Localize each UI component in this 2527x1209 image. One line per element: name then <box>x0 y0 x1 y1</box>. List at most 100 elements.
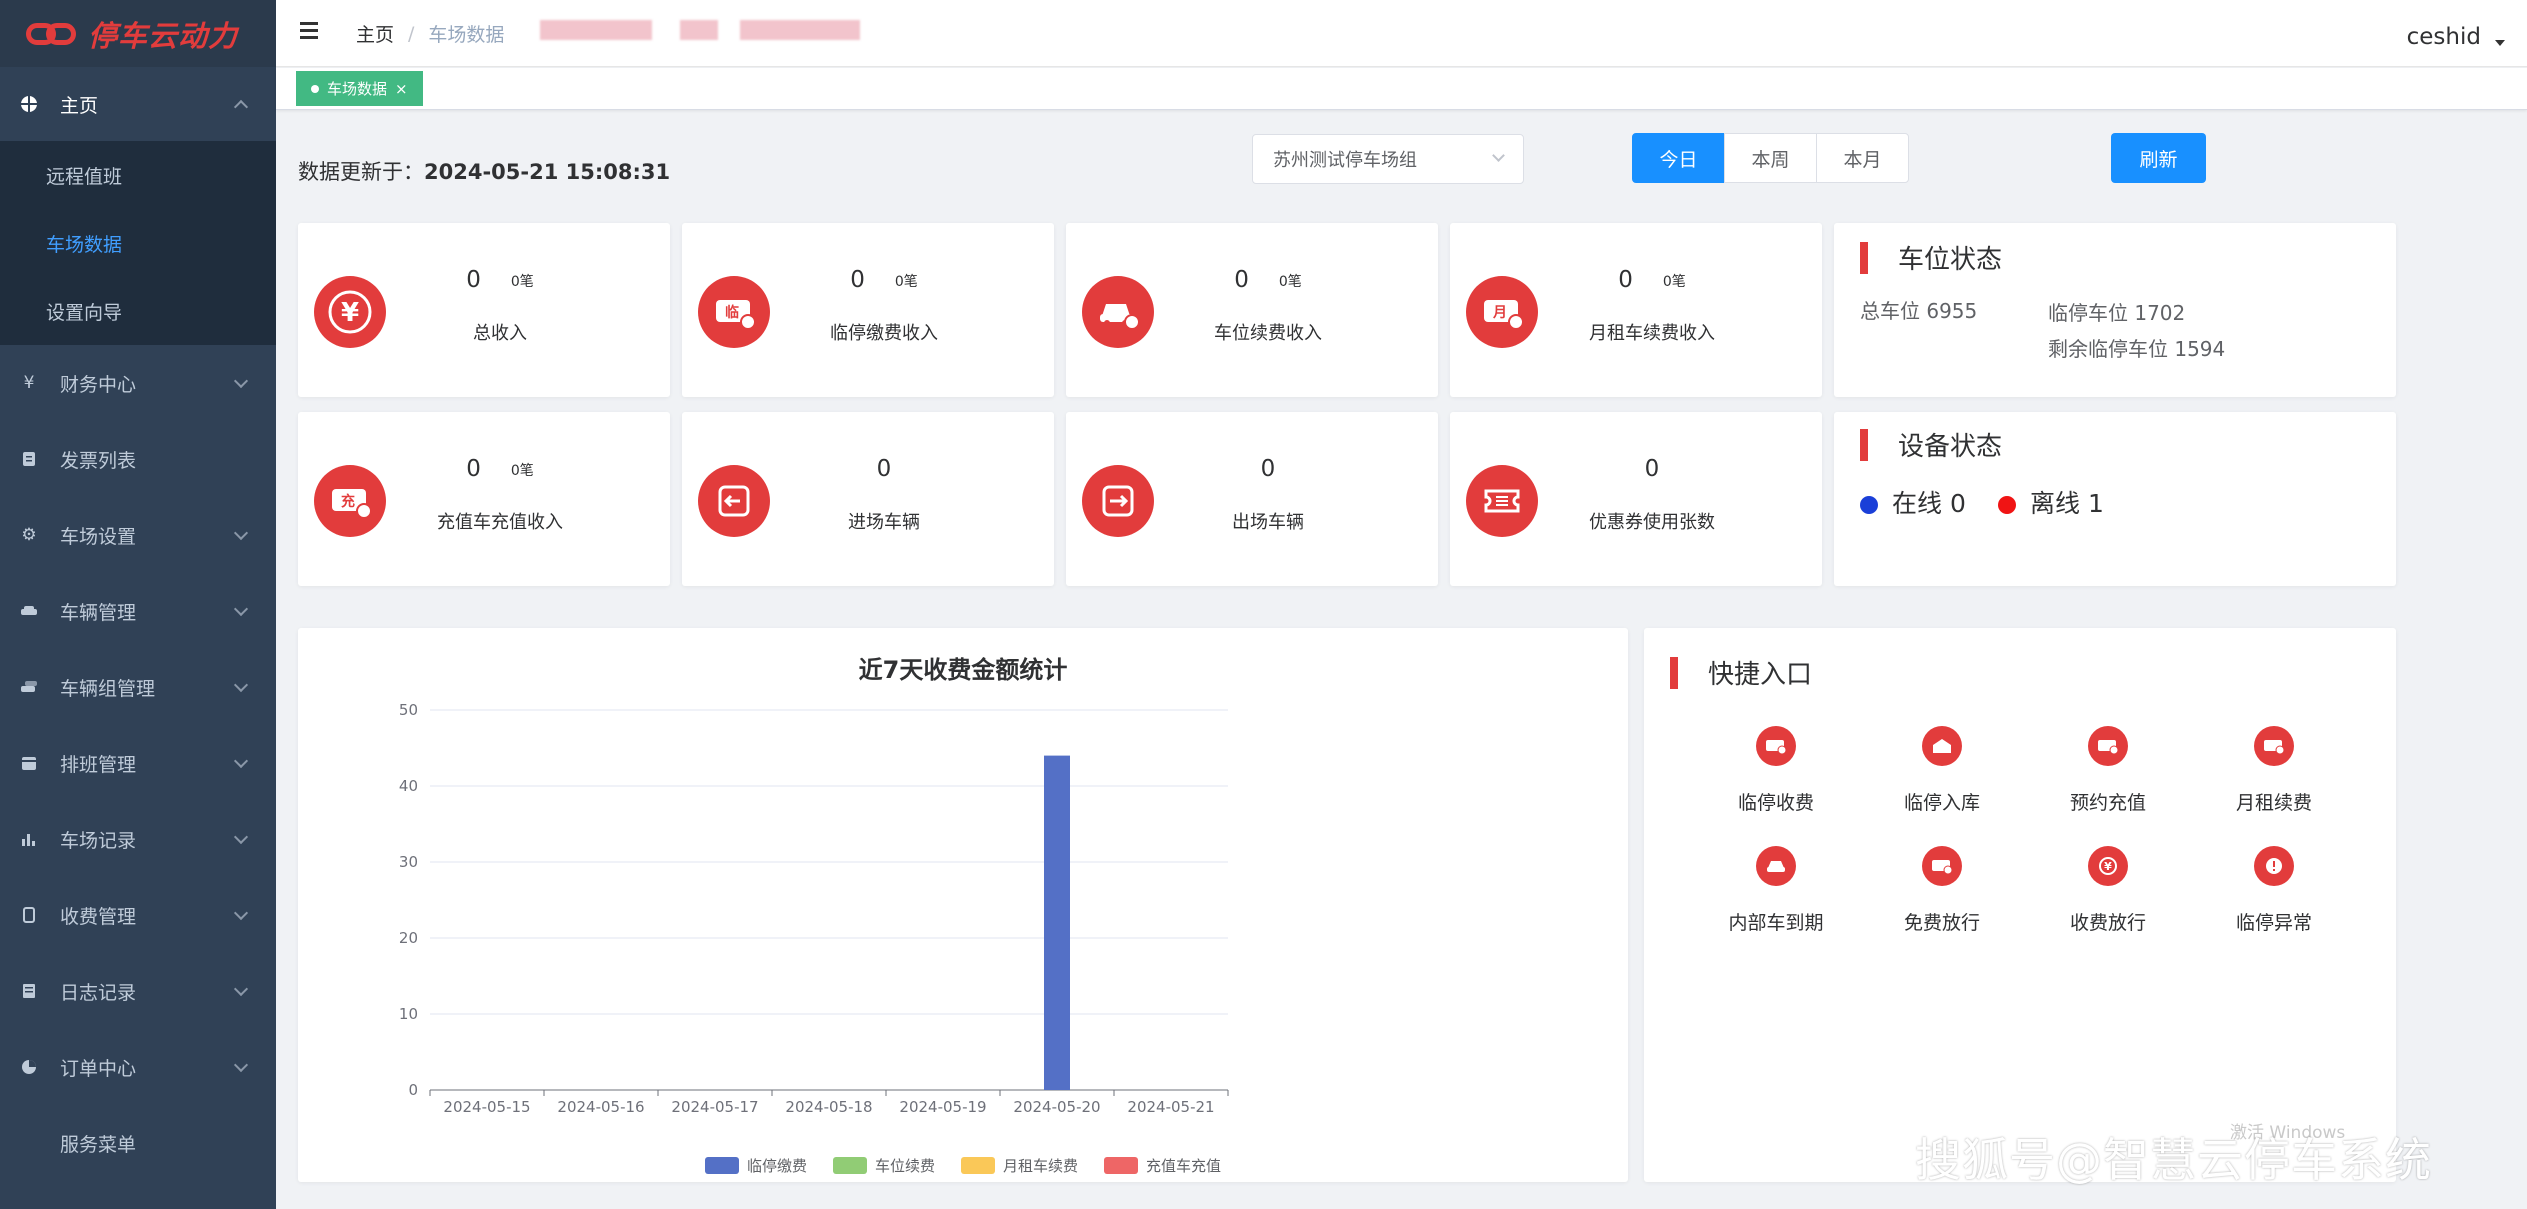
garage-icon <box>1922 726 1962 766</box>
y-tick-label: 20 <box>399 929 418 947</box>
update-time: 数据更新于：2024-05-21 15:08:31 <box>298 156 670 186</box>
quick-monthly-renewal[interactable]: 月租续费 <box>2204 726 2344 815</box>
refresh-button[interactable]: 刷新 <box>2111 133 2206 183</box>
stat-label: 月租车续费收入 <box>1589 323 1715 344</box>
panel-title: 车位状态 <box>1898 245 2003 275</box>
sidebar-item-orders[interactable]: 订单中心 <box>0 1029 276 1105</box>
chevron-down-icon <box>233 829 249 845</box>
fee-chart: 0 10 20 30 40 50 2024-05-15 2024-05-16 2024-05-1… <box>399 701 1229 1116</box>
monthly-icon <box>2254 726 2294 766</box>
quick-temp-exception[interactable]: 临停异常 <box>2204 846 2344 935</box>
tag-parking-data[interactable]: 车场数据 × <box>296 71 423 106</box>
period-month-button[interactable]: 本月 <box>1816 133 1909 183</box>
legend-item[interactable]: 充值车充值 <box>1104 1155 1221 1176</box>
sidebar-item-service-menu[interactable]: 服务菜单 <box>0 1105 276 1181</box>
quick-temp-fee[interactable]: 临停收费 <box>1706 726 1846 815</box>
stat-value: 0 <box>1260 456 1276 482</box>
quick-temp-entry[interactable]: 临停入库 <box>1872 726 2012 815</box>
temp-spaces: 临停车位 1702 <box>2048 301 2186 325</box>
online-dot-icon <box>1860 496 1878 514</box>
sidebar-item-label: 车辆管理 <box>60 601 137 624</box>
sidebar-item-logs[interactable]: 日志记录 <box>0 953 276 1029</box>
chevron-down-icon <box>1492 149 1505 162</box>
stat-card-recharge-income: 充 0 0笔 充值车充值收入 <box>298 412 670 586</box>
sidebar: 停车云动力 主页 远程值班 车场数据 设置向导 ¥ 财务中心 发票列表 ⚙ 车场… <box>0 0 276 1209</box>
sidebar-item-vehicles[interactable]: 车辆管理 <box>0 573 276 649</box>
menu-toggle-icon[interactable] <box>300 22 322 40</box>
sidebar-item-label: 收费管理 <box>60 905 137 928</box>
lot-group-select[interactable]: 苏州测试停车场组 <box>1252 134 1524 184</box>
stat-card-space-renewal-income: 0 0笔 车位续费收入 <box>1066 223 1438 397</box>
breadcrumb-home[interactable]: 主页 <box>356 20 394 47</box>
car-group-icon <box>20 678 38 696</box>
x-tick-label: 2024-05-18 <box>785 1098 872 1116</box>
legend-item[interactable]: 临停缴费 <box>704 1155 807 1176</box>
stat-value: 0 <box>850 267 865 293</box>
x-tick-label: 2024-05-19 <box>899 1098 986 1116</box>
sidebar-item-home[interactable]: 主页 <box>0 67 276 141</box>
sidebar-item-vehicle-groups[interactable]: 车辆组管理 <box>0 649 276 725</box>
sidebar-item-finance[interactable]: ¥ 财务中心 <box>0 345 276 421</box>
stat-count: 0笔 <box>1278 273 1302 290</box>
stat-label: 临停缴费收入 <box>830 323 938 344</box>
sidebar-item-lot-settings[interactable]: ⚙ 车场设置 <box>0 497 276 573</box>
legend-item[interactable]: 月租车续费 <box>961 1155 1078 1176</box>
dashboard-icon <box>20 95 38 113</box>
calendar-icon <box>20 754 38 772</box>
redacted-area <box>540 20 652 40</box>
chevron-down-icon <box>233 677 249 693</box>
sidebar-item-lot-records[interactable]: 车场记录 <box>0 801 276 877</box>
stat-card-total-income: ¥ 0 0笔 总收入 <box>298 223 670 397</box>
chart-card: 近7天收费金额统计 0 10 20 30 40 50 2024-05-15 2024-05-1… <box>298 628 1628 1182</box>
legend-item[interactable]: 车位续费 <box>832 1155 935 1176</box>
chart-legend: 临停缴费 车位续费 月租车续费 充值车充值 <box>298 1155 1628 1176</box>
logo: 停车云动力 <box>0 0 276 67</box>
sidebar-item-fee-management[interactable]: 收费管理 <box>0 877 276 953</box>
chevron-up-icon <box>233 99 249 115</box>
gear-icon: ⚙ <box>21 525 37 545</box>
tag-label: 车场数据 <box>327 80 388 98</box>
y-tick-label: 0 <box>408 1081 418 1099</box>
user-menu[interactable]: ceshid <box>2407 24 2505 50</box>
breadcrumb: 主页 / 车场数据 <box>356 20 504 47</box>
stat-card-coupon-usage: 0 优惠券使用张数 <box>1450 412 1822 586</box>
home-submenu: 远程值班 车场数据 设置向导 <box>0 141 276 345</box>
sidebar-item-scheduling[interactable]: 排班管理 <box>0 725 276 801</box>
stat-count: 0笔 <box>894 273 918 290</box>
chevron-down-icon <box>233 981 249 997</box>
free-release-icon <box>1922 846 1962 886</box>
quick-reserve-recharge[interactable]: 预约充值 <box>2038 726 2178 815</box>
stat-card-exiting-vehicles: 0 出场车辆 <box>1066 412 1438 586</box>
quick-internal-car-expiry[interactable]: 内部车到期 <box>1706 846 1846 935</box>
sidebar-item-invoices[interactable]: 发票列表 <box>0 421 276 497</box>
stat-value: 0 <box>466 267 481 293</box>
sidebar-item-label: 发票列表 <box>60 449 137 472</box>
stat-label: 总收入 <box>473 323 527 344</box>
remaining-temp-spaces: 剩余临停车位 1594 <box>2048 337 2226 361</box>
sidebar-item-parking-data[interactable]: 车场数据 <box>0 209 276 277</box>
quick-paid-release[interactable]: ¥ 收费放行 <box>2038 846 2178 935</box>
logo-icon <box>26 17 78 51</box>
stat-value: 0 <box>466 456 481 482</box>
sidebar-item-remote-duty[interactable]: 远程值班 <box>0 141 276 209</box>
redacted-area <box>740 20 860 40</box>
tags-view: 车场数据 × <box>276 68 2527 110</box>
sidebar-item-setup-wizard[interactable]: 设置向导 <box>0 277 276 345</box>
x-tick-label: 2024-05-21 <box>1127 1098 1214 1116</box>
chevron-down-icon <box>233 905 249 921</box>
total-spaces: 总车位 6955 <box>1860 299 1978 323</box>
stat-card-temp-parking-income: 临 0 0笔 临停缴费收入 <box>682 223 1054 397</box>
stat-value: 0 <box>876 456 892 482</box>
pie-icon <box>20 1058 38 1076</box>
close-icon[interactable]: × <box>395 80 408 98</box>
stat-label: 优惠券使用张数 <box>1589 512 1715 533</box>
device-status-panel: 设备状态 在线 0 离线 1 <box>1834 412 2396 586</box>
period-today-button[interactable]: 今日 <box>1632 133 1725 183</box>
quick-free-release[interactable]: 免费放行 <box>1872 846 2012 935</box>
sidebar-item-label: 车辆组管理 <box>60 677 156 700</box>
paid-release-icon: ¥ <box>2088 846 2128 886</box>
period-week-button[interactable]: 本周 <box>1724 133 1817 183</box>
stat-value: 0 <box>1644 456 1660 482</box>
online-status: 在线 0 <box>1860 484 1966 520</box>
chevron-down-icon <box>233 373 249 389</box>
